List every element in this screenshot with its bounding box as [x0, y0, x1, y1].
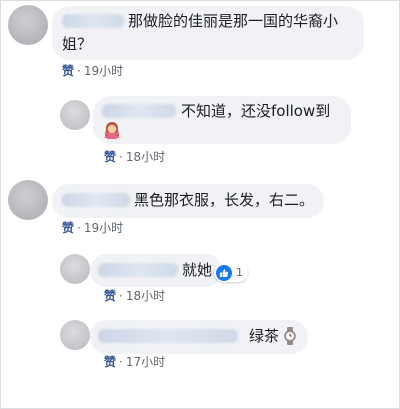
commenter-name-blurred[interactable] — [62, 14, 124, 28]
like-link[interactable]: 赞 — [104, 289, 116, 303]
separator: · — [119, 289, 123, 303]
like-link[interactable]: 赞 — [62, 221, 74, 235]
commenter-name-blurred[interactable] — [62, 193, 130, 207]
like-link[interactable]: 赞 — [104, 355, 116, 369]
comment-text-line: 姐？ — [62, 35, 93, 53]
separator: · — [77, 64, 81, 78]
timestamp-link[interactable]: 18小时 — [126, 150, 165, 164]
comment-actions: 赞 · 17小时 — [104, 355, 165, 369]
watch-icon — [284, 327, 296, 345]
timestamp-link[interactable]: 19小时 — [84, 64, 123, 78]
comment-actions: 赞 · 18小时 — [104, 150, 165, 164]
comment-text: 就她 — [182, 261, 213, 279]
separator: · — [77, 221, 81, 235]
comment-actions: 赞 · 19小时 — [62, 221, 123, 235]
comment-actions: 赞 · 18小时 — [104, 289, 165, 303]
commenter-name-blurred[interactable] — [102, 104, 176, 118]
timestamp-link[interactable]: 19小时 — [84, 221, 123, 235]
comment-text: 黑色那衣服，长发，右二。 — [134, 191, 315, 209]
timestamp-link[interactable]: 18小时 — [126, 289, 165, 303]
woman-gesturing-no-icon — [104, 122, 120, 139]
commenter-name-blurred[interactable] — [98, 263, 178, 277]
comment-text-line: 那做脸的佳丽是那一国的华裔小 — [128, 12, 339, 30]
like-link[interactable]: 赞 — [104, 150, 116, 164]
comment-actions: 赞 · 19小时 — [62, 64, 123, 78]
thumbs-up-icon — [216, 264, 232, 281]
avatar[interactable] — [8, 180, 48, 220]
avatar[interactable] — [60, 320, 90, 350]
reaction-summary[interactable]: 1 — [214, 263, 248, 282]
separator: · — [119, 355, 123, 369]
avatar[interactable] — [60, 254, 90, 284]
timestamp-link[interactable]: 17小时 — [126, 355, 165, 369]
comment-text: 绿茶 — [249, 327, 280, 345]
separator: · — [119, 150, 123, 164]
avatar[interactable] — [60, 100, 90, 130]
like-link[interactable]: 赞 — [62, 64, 74, 78]
comment-text: 不知道，还没follow到 — [181, 102, 331, 120]
reaction-count: 1 — [236, 266, 243, 279]
commenter-name-blurred[interactable] — [98, 329, 238, 343]
avatar[interactable] — [8, 5, 48, 45]
